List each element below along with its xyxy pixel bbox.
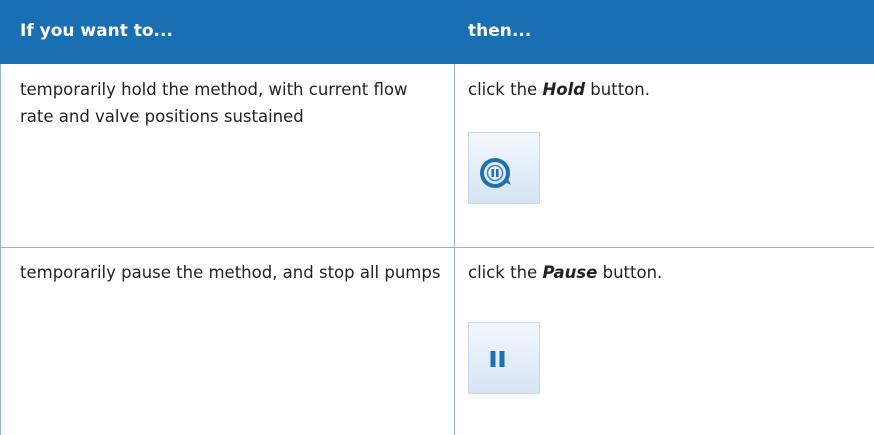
row-pause-action-prefix: click the: [468, 263, 543, 282]
row-hold-action-emphasis: Hold: [542, 80, 586, 99]
left-border: [0, 64, 1, 435]
header-if-you-want-to: If you want to...: [20, 21, 173, 41]
pause-button-icon: [468, 322, 540, 394]
row-pause-action-suffix: button.: [597, 263, 663, 282]
column-divider: [454, 64, 455, 435]
hold-button-icon: [468, 132, 540, 204]
instruction-table: If you want to... then... temporarily ho…: [0, 0, 874, 435]
row-hold-action: click the Hold button.: [468, 76, 848, 103]
table-header: If you want to... then...: [0, 0, 874, 64]
row-hold-condition: temporarily hold the method, with curren…: [20, 80, 408, 126]
header-then: then...: [468, 21, 532, 41]
row-pause-action: click the Pause button.: [468, 259, 848, 286]
row-divider: [0, 247, 874, 248]
row-hold-action-suffix: button.: [585, 80, 650, 99]
row-pause-condition: temporarily pause the method, and stop a…: [20, 263, 441, 282]
row-pause-action-emphasis: Pause: [542, 263, 598, 282]
row-hold-action-prefix: click the: [468, 80, 543, 99]
